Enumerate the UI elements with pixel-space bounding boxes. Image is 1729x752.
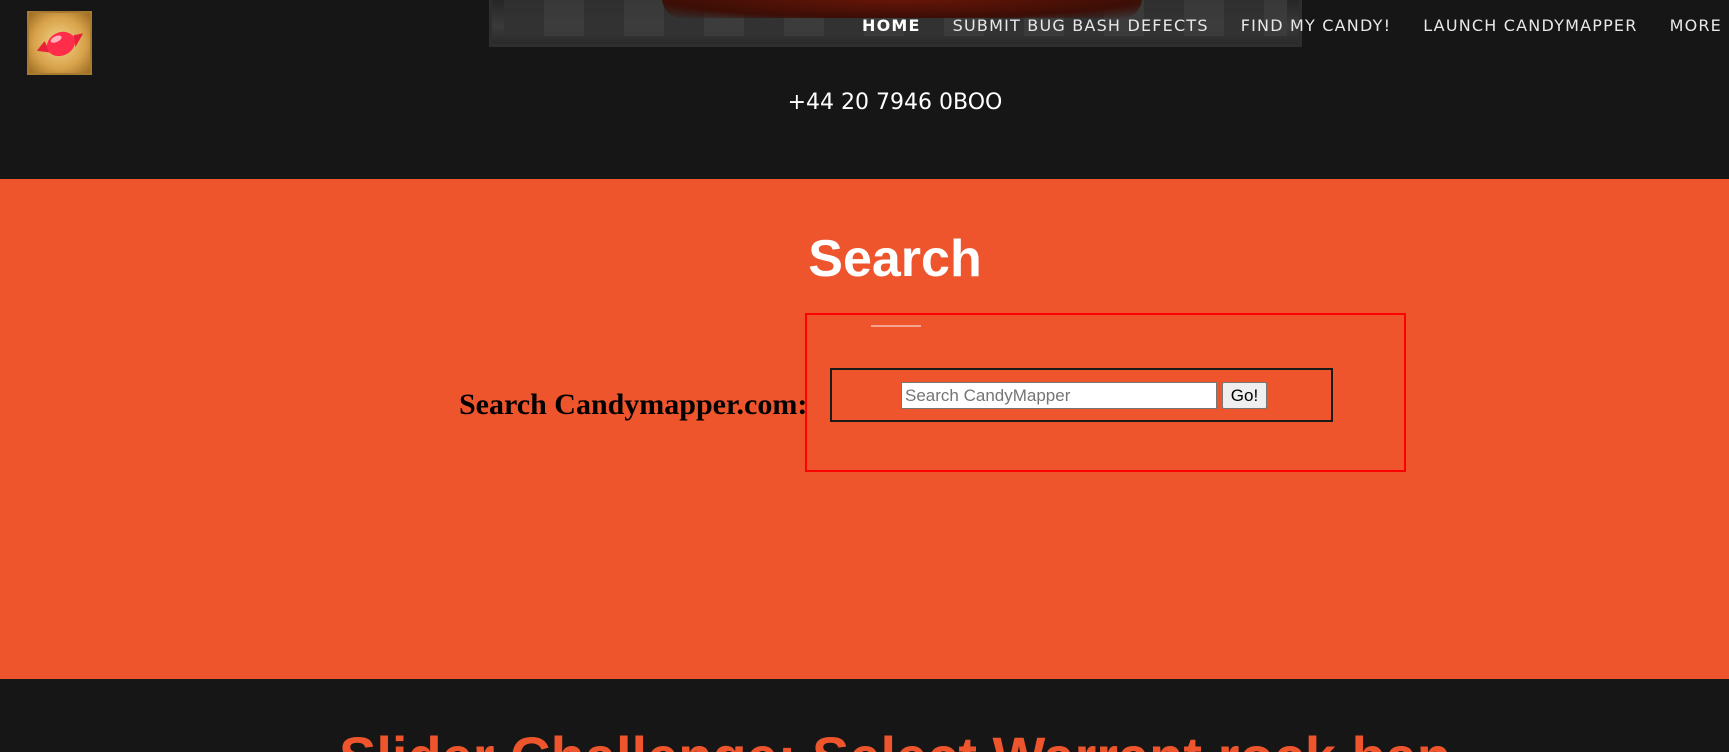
nav-submit-bug-bash-defects[interactable]: SUBMIT BUG BASH DEFECTS <box>953 16 1209 36</box>
search-input[interactable] <box>901 382 1217 409</box>
phone-number[interactable]: +44 20 7946 0BOO <box>0 90 1729 115</box>
search-section: Search Search Candymapper.com: Go! <box>0 179 1729 679</box>
candy-icon <box>36 31 83 57</box>
site-logo[interactable] <box>27 11 92 75</box>
search-label: Search Candymapper.com: <box>459 388 808 421</box>
search-form: Go! <box>830 368 1333 422</box>
go-button[interactable]: Go! <box>1222 382 1267 409</box>
nav-launch-candymapper[interactable]: LAUNCH CANDYMAPPER <box>1423 16 1637 36</box>
nav-find-my-candy[interactable]: FIND MY CANDY! <box>1241 16 1391 36</box>
slider-challenge-section: Slider Challenge: Select Warrant rock ba… <box>0 679 1729 752</box>
main-nav: HOME SUBMIT BUG BASH DEFECTS FIND MY CAN… <box>862 16 1722 36</box>
section-title: Slider Challenge: Select Warrant rock ba… <box>0 724 1729 752</box>
site-header: HOME SUBMIT BUG BASH DEFECTS FIND MY CAN… <box>0 0 1729 179</box>
nav-more[interactable]: MORE <box>1670 16 1722 36</box>
section-title: Search <box>808 230 982 288</box>
nav-home[interactable]: HOME <box>862 16 921 36</box>
